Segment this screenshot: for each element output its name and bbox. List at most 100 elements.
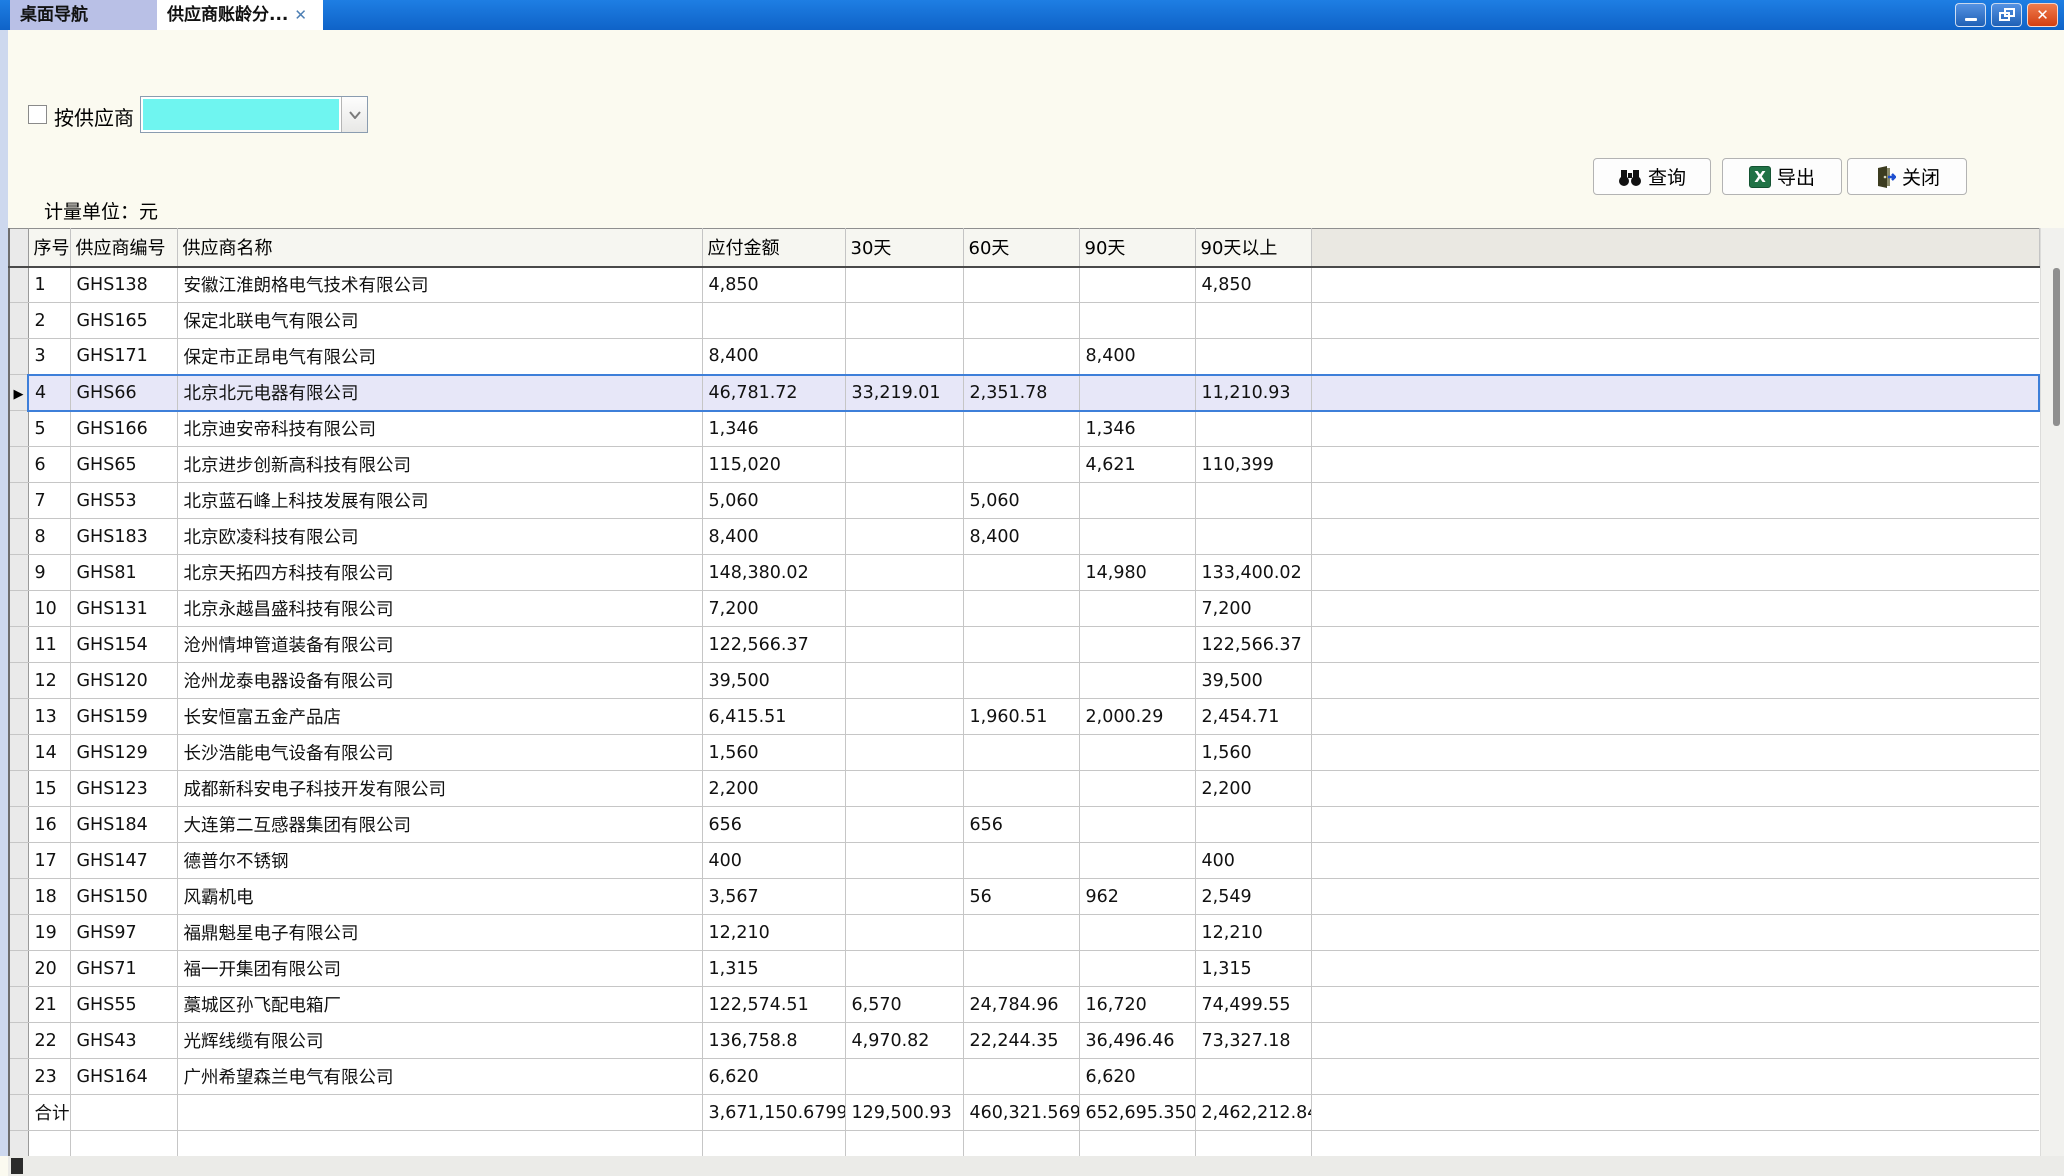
- cell-30d[interactable]: [845, 735, 963, 771]
- cell-30d[interactable]: 33,219.01: [845, 375, 963, 411]
- table-row[interactable]: 12GHS120沧州龙泰电器设备有限公司39,50039,500: [9, 663, 2039, 699]
- cell-payable[interactable]: 6,415.51: [702, 699, 845, 735]
- cell-name[interactable]: 安徽江淮朗格电气技术有限公司: [177, 267, 702, 303]
- cell-code[interactable]: [70, 1131, 177, 1157]
- header-code[interactable]: 供应商编号: [70, 229, 177, 267]
- cell-no[interactable]: 19: [28, 915, 70, 951]
- table-row[interactable]: 8GHS183北京欧凌科技有限公司8,4008,400: [9, 519, 2039, 555]
- cell-payable[interactable]: 5,060: [702, 483, 845, 519]
- cell-name[interactable]: 长沙浩能电气设备有限公司: [177, 735, 702, 771]
- cell-code[interactable]: GHS71: [70, 951, 177, 987]
- table-row[interactable]: 23GHS164广州希望森兰电气有限公司6,6206,620: [9, 1059, 2039, 1095]
- cell-90d[interactable]: 962: [1079, 879, 1195, 915]
- cell-payable[interactable]: 400: [702, 843, 845, 879]
- cell-code[interactable]: GHS81: [70, 555, 177, 591]
- cell-code[interactable]: GHS183: [70, 519, 177, 555]
- cell-60d[interactable]: [963, 663, 1079, 699]
- cell-name[interactable]: 沧州龙泰电器设备有限公司: [177, 663, 702, 699]
- cell-30d[interactable]: [845, 447, 963, 483]
- window-close-button[interactable]: ✕: [2027, 3, 2058, 27]
- row-selector-cell[interactable]: [9, 915, 28, 951]
- chevron-down-icon[interactable]: [341, 97, 367, 132]
- cell-60d[interactable]: [963, 303, 1079, 339]
- cell-no[interactable]: 21: [28, 987, 70, 1023]
- cell-90d[interactable]: 36,496.46: [1079, 1023, 1195, 1059]
- cell-30d[interactable]: [845, 267, 963, 303]
- cell-30d[interactable]: [845, 915, 963, 951]
- horizontal-scrollbar-thumb[interactable]: [11, 1158, 23, 1174]
- cell-90dplus[interactable]: [1195, 483, 1311, 519]
- cell-payable[interactable]: 136,758.8: [702, 1023, 845, 1059]
- cell-30d[interactable]: [845, 591, 963, 627]
- cell-code[interactable]: GHS120: [70, 663, 177, 699]
- row-selector-cell[interactable]: [9, 735, 28, 771]
- table-row[interactable]: 3GHS171保定市正昂电气有限公司8,4008,400: [9, 339, 2039, 375]
- cell-no[interactable]: 2: [28, 303, 70, 339]
- row-selector-cell[interactable]: [9, 411, 28, 447]
- cell-30d[interactable]: [845, 951, 963, 987]
- supplier-combobox[interactable]: [140, 96, 368, 133]
- table-row[interactable]: 21GHS55藁城区孙飞配电箱厂122,574.516,57024,784.96…: [9, 987, 2039, 1023]
- cell-90dplus[interactable]: [1195, 1059, 1311, 1095]
- cell-90dplus[interactable]: 4,850: [1195, 267, 1311, 303]
- cell-30d[interactable]: 6,570: [845, 987, 963, 1023]
- by-supplier-checkbox[interactable]: [28, 105, 47, 124]
- cell-60d[interactable]: 5,060: [963, 483, 1079, 519]
- cell-payable[interactable]: 8,400: [702, 519, 845, 555]
- cell-payable[interactable]: 1,560: [702, 735, 845, 771]
- cell-code[interactable]: GHS164: [70, 1059, 177, 1095]
- total-row[interactable]: 合计3,671,150.67999129,500.93460,321.56999…: [9, 1095, 2039, 1131]
- table-row[interactable]: 11GHS154沧州情坤管道装备有限公司122,566.37122,566.37: [9, 627, 2039, 663]
- row-selector-cell[interactable]: [9, 1023, 28, 1059]
- cell-payable[interactable]: 148,380.02: [702, 555, 845, 591]
- cell-name[interactable]: 北京欧凌科技有限公司: [177, 519, 702, 555]
- header-90d[interactable]: 90天: [1079, 229, 1195, 267]
- cell-name[interactable]: 大连第二互感器集团有限公司: [177, 807, 702, 843]
- cell-no[interactable]: 7: [28, 483, 70, 519]
- query-button[interactable]: 查询: [1593, 158, 1711, 195]
- cell-no[interactable]: 18: [28, 879, 70, 915]
- cell-name[interactable]: 风霸机电: [177, 879, 702, 915]
- row-selector-cell[interactable]: [9, 1095, 28, 1131]
- cell-90d[interactable]: [1079, 519, 1195, 555]
- cell-90d[interactable]: [1079, 951, 1195, 987]
- cell-90d[interactable]: [1079, 843, 1195, 879]
- cell-90dplus[interactable]: 74,499.55: [1195, 987, 1311, 1023]
- cell-name[interactable]: 福鼎魁星电子有限公司: [177, 915, 702, 951]
- cell-code[interactable]: GHS97: [70, 915, 177, 951]
- cell-90dplus[interactable]: 11,210.93: [1195, 375, 1311, 411]
- cell-payable[interactable]: 1,315: [702, 951, 845, 987]
- cell-30d[interactable]: [845, 879, 963, 915]
- cell-payable[interactable]: 7,200: [702, 591, 845, 627]
- cell-no[interactable]: 20: [28, 951, 70, 987]
- cell-90dplus[interactable]: [1195, 807, 1311, 843]
- cell-payable[interactable]: 122,566.37: [702, 627, 845, 663]
- cell-60d[interactable]: [963, 591, 1079, 627]
- tab-close-icon[interactable]: ✕: [294, 0, 307, 30]
- table-row[interactable]: 17GHS147德普尔不锈钢400400: [9, 843, 2039, 879]
- cell-60d[interactable]: [963, 735, 1079, 771]
- table-row[interactable]: 6GHS65北京进步创新高科技有限公司115,0204,621110,399: [9, 447, 2039, 483]
- cell-90d[interactable]: 8,400: [1079, 339, 1195, 375]
- cell-90d[interactable]: [1079, 267, 1195, 303]
- tab-desktop-nav[interactable]: 桌面导航: [10, 0, 157, 30]
- cell-payable[interactable]: 122,574.51: [702, 987, 845, 1023]
- cell-90d[interactable]: [1079, 807, 1195, 843]
- cell-30d[interactable]: [845, 699, 963, 735]
- vertical-scrollbar[interactable]: [2040, 228, 2064, 1156]
- cell-payable[interactable]: 12,210: [702, 915, 845, 951]
- cell-no[interactable]: 13: [28, 699, 70, 735]
- cell-no[interactable]: 11: [28, 627, 70, 663]
- cell-90d[interactable]: 16,720: [1079, 987, 1195, 1023]
- cell-90dplus[interactable]: [1195, 519, 1311, 555]
- cell-60d[interactable]: 22,244.35: [963, 1023, 1079, 1059]
- table-row[interactable]: 15GHS123成都新科安电子科技开发有限公司2,2002,200: [9, 771, 2039, 807]
- cell-payable[interactable]: 656: [702, 807, 845, 843]
- cell-90dplus[interactable]: 7,200: [1195, 591, 1311, 627]
- cell-60d[interactable]: [963, 915, 1079, 951]
- cell-no[interactable]: 16: [28, 807, 70, 843]
- cell-payable[interactable]: 3,671,150.67999: [702, 1095, 845, 1131]
- cell-90dplus[interactable]: [1195, 411, 1311, 447]
- cell-60d[interactable]: 656: [963, 807, 1079, 843]
- cell-name[interactable]: 光辉线缆有限公司: [177, 1023, 702, 1059]
